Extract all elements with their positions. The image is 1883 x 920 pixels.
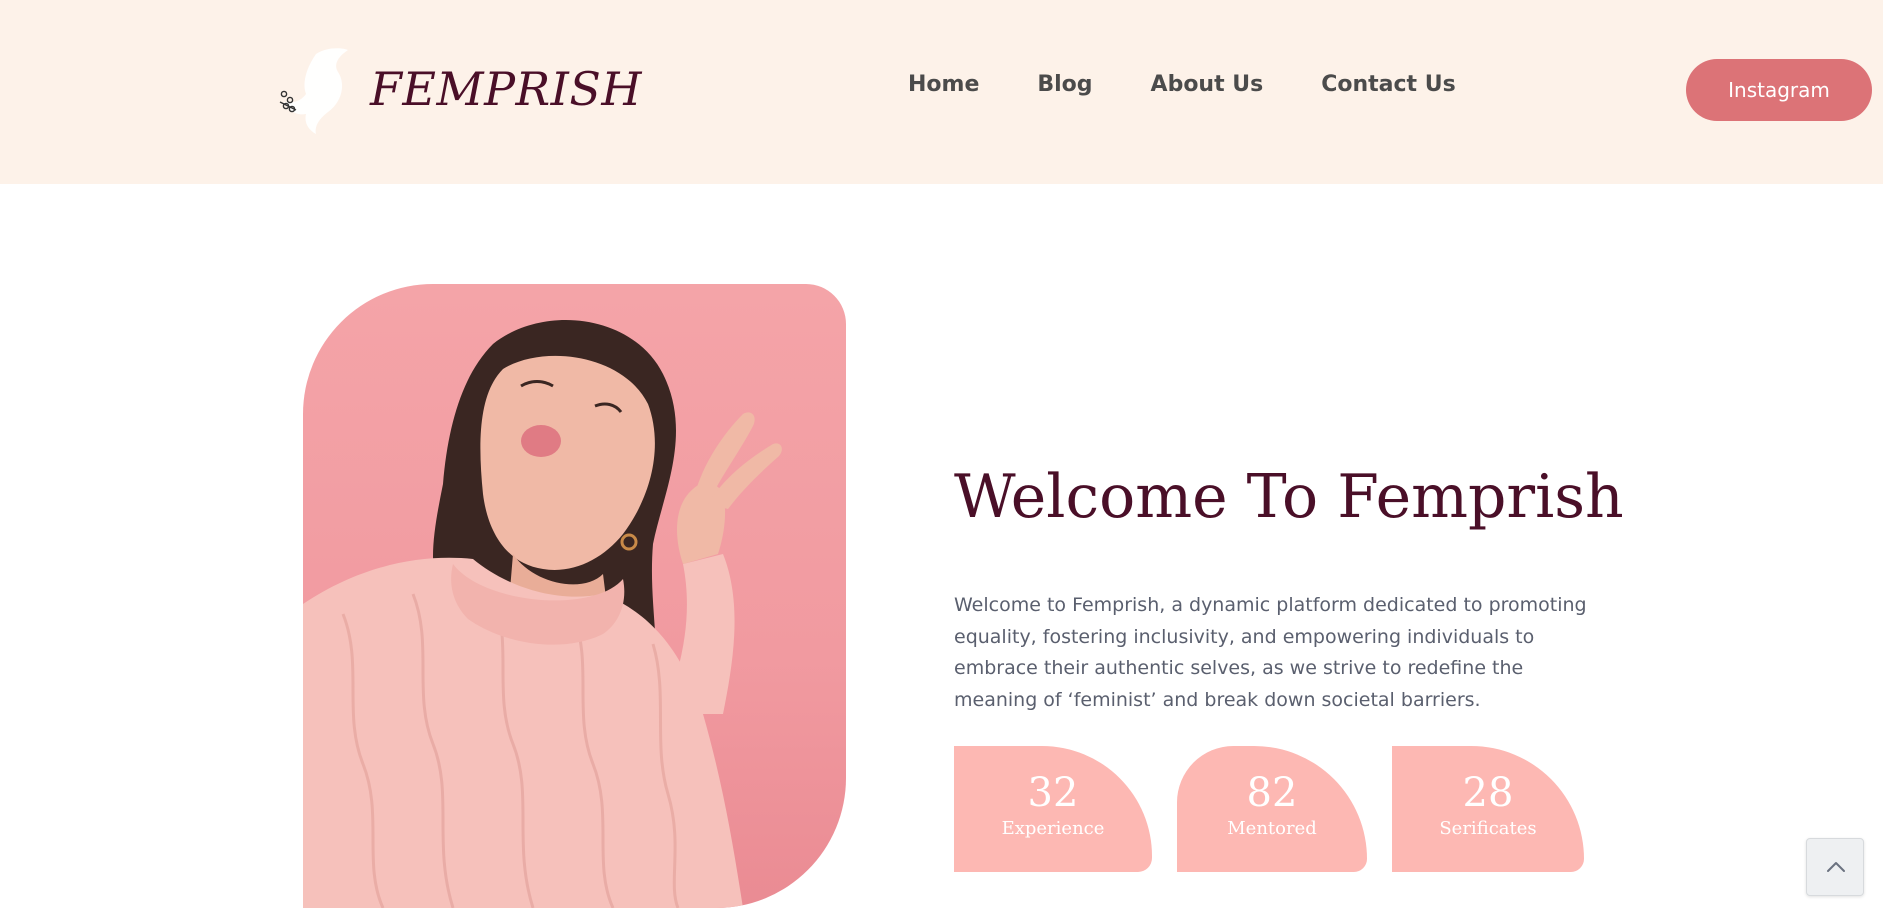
nav-about-us[interactable]: About Us bbox=[1151, 72, 1264, 97]
logo[interactable]: FEMPRISH bbox=[276, 44, 641, 136]
instagram-button[interactable]: Instagram bbox=[1686, 59, 1872, 121]
stat-label: Serificates bbox=[1439, 818, 1537, 839]
hero-image bbox=[303, 284, 846, 908]
stat-value: 32 bbox=[1027, 770, 1079, 816]
intro-description: Welcome to Femprish, a dynamic platform … bbox=[954, 594, 1587, 711]
nav-blog[interactable]: Blog bbox=[1037, 72, 1092, 97]
stat-experience: 32 Experience bbox=[954, 746, 1152, 872]
nav-contact-us[interactable]: Contact Us bbox=[1321, 72, 1455, 97]
stat-label: Experience bbox=[1001, 818, 1105, 839]
stat-serificates: 28 Serificates bbox=[1392, 746, 1584, 872]
stat-mentored: 82 Mentored bbox=[1177, 746, 1367, 872]
stat-value: 28 bbox=[1462, 770, 1514, 816]
site-header: FEMPRISH Home Blog About Us Contact Us I… bbox=[0, 0, 1883, 184]
dove-logo-icon bbox=[279, 48, 348, 134]
main-nav: Home Blog About Us Contact Us bbox=[908, 72, 1514, 97]
woman-photo-icon bbox=[303, 320, 782, 908]
logo-wordmark: FEMPRISH bbox=[370, 62, 642, 116]
stat-label: Mentored bbox=[1227, 818, 1317, 839]
stat-value: 82 bbox=[1246, 770, 1298, 816]
scroll-to-top-button[interactable] bbox=[1806, 838, 1864, 896]
nav-home[interactable]: Home bbox=[908, 72, 979, 97]
page-title: Welcome To Femprish bbox=[954, 462, 1624, 532]
chevron-up-icon bbox=[1827, 862, 1845, 872]
